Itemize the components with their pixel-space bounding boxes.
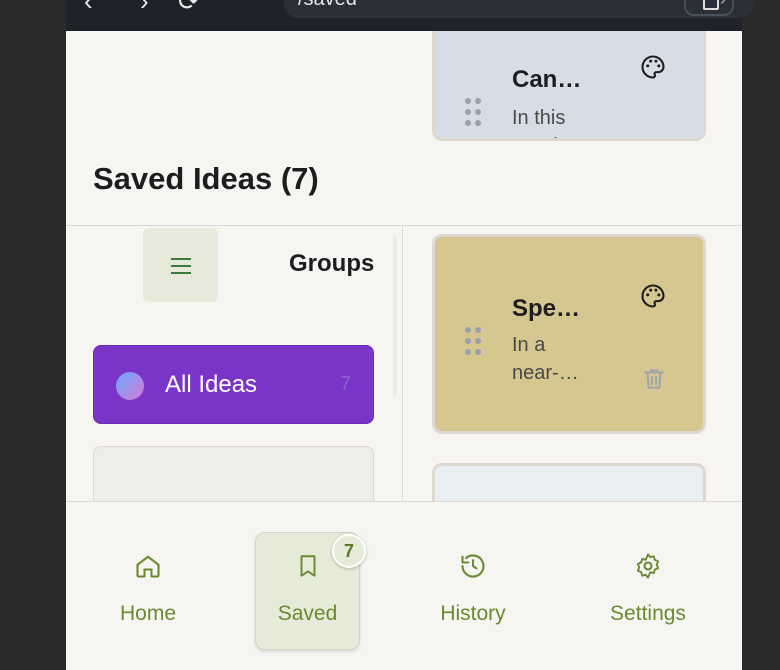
nav-saved[interactable]: Saved xyxy=(255,502,360,670)
page-title: Saved Ideas (7) xyxy=(93,161,319,196)
card-title: Can… xyxy=(512,66,582,93)
group-all-ideas[interactable]: All Ideas 7 xyxy=(93,345,374,424)
sidebar-scrollbar[interactable] xyxy=(393,236,397,396)
home-icon xyxy=(136,555,160,578)
group-color-dot xyxy=(116,372,144,400)
card-snippet: In this psych… xyxy=(512,107,584,138)
nav-label: Saved xyxy=(277,602,338,625)
url-text: /saved xyxy=(298,0,357,10)
forward-icon[interactable]: › xyxy=(140,0,149,14)
page-header: Saved Ideas (7) xyxy=(66,141,742,226)
palette-icon[interactable] xyxy=(639,53,667,81)
groups-heading: Groups xyxy=(289,250,375,277)
reload-icon[interactable]: ⟳ xyxy=(178,0,200,14)
app: Can… In this psych… Saved Ideas (7) Grou… xyxy=(66,31,742,670)
nav-home[interactable]: Home xyxy=(106,502,190,670)
drag-handle-icon[interactable] xyxy=(465,327,483,357)
nav-label: Settings xyxy=(610,602,686,625)
group-count: 7 xyxy=(339,373,351,395)
menu-button[interactable] xyxy=(143,228,218,302)
tabs-button[interactable] xyxy=(684,0,734,16)
back-icon[interactable]: ‹ xyxy=(84,0,93,14)
bookmark-icon xyxy=(300,555,316,577)
gear-icon xyxy=(636,553,660,579)
nav-history[interactable]: History xyxy=(426,502,520,670)
card-title: Spe… xyxy=(512,295,581,322)
browser-toolbar: ‹ › ⟳ /saved › xyxy=(66,0,754,31)
bottom-nav: Home Saved 7 History Settings xyxy=(66,501,742,670)
trash-icon[interactable] xyxy=(641,365,667,393)
nav-settings[interactable]: Settings xyxy=(596,502,700,670)
group-label: All Ideas xyxy=(165,371,258,398)
drag-handle-icon[interactable] xyxy=(465,98,483,128)
card-snippet: In a near-… xyxy=(512,334,579,384)
nav-label: Home xyxy=(119,602,177,625)
history-icon xyxy=(461,554,485,578)
idea-card[interactable]: Can… In this psych… xyxy=(432,31,706,141)
palette-icon[interactable] xyxy=(639,282,667,310)
groups-sidebar: Groups All Ideas 7 xyxy=(66,226,403,526)
nav-label: History xyxy=(440,602,506,625)
idea-card[interactable]: Spe… In a near-… xyxy=(432,234,706,434)
saved-count-badge: 7 xyxy=(332,534,366,568)
